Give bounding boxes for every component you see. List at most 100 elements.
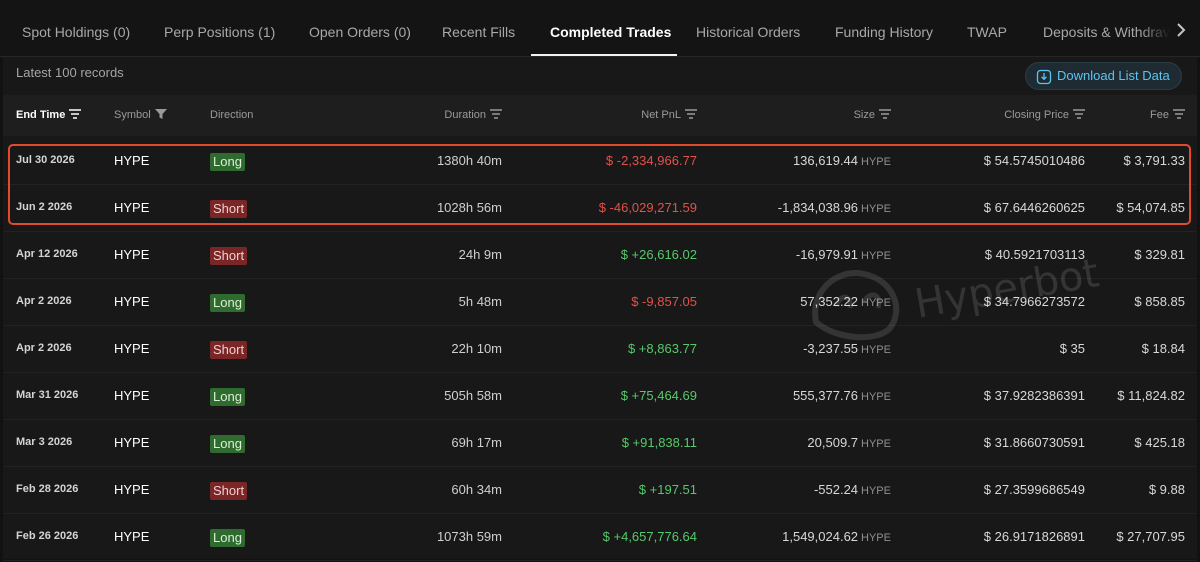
row-end-time: Jun 2 2026: [16, 201, 73, 213]
tab-twap[interactable]: TWAP: [967, 0, 1007, 56]
row-size-unit: HYPE: [861, 297, 891, 309]
row-size: -552.24 HYPE: [723, 466, 891, 513]
row-size-value: -1,834,038.96: [777, 200, 859, 215]
row-fee: $ 329.81: [1134, 247, 1185, 262]
row-net-pnl: $ -46,029,271.59: [598, 200, 697, 215]
row-duration: 24h 9m: [458, 247, 502, 262]
row-closing-price: $ 40.5921703113: [984, 247, 1085, 262]
filter-icon[interactable]: [154, 109, 167, 119]
tab-open-orders[interactable]: Open Orders (0): [309, 0, 411, 56]
direction-badge: Long: [210, 152, 245, 171]
row-direction: Long: [210, 419, 245, 466]
row-fee: $ 858.85: [1134, 294, 1185, 309]
row-size-value: 20,509.7: [807, 435, 859, 450]
row-net-pnl: $ +75,464.69: [620, 388, 697, 403]
tab-funding-history[interactable]: Funding History: [835, 0, 933, 56]
row-duration: 22h 10m: [451, 341, 502, 356]
row-size-unit: HYPE: [861, 344, 891, 356]
column-direction: Direction: [210, 109, 254, 121]
column-duration[interactable]: Duration: [353, 95, 502, 136]
table-row[interactable]: Apr 12 2026 HYPE Short 24h 9m $ +26,616.…: [3, 231, 1197, 279]
table-row[interactable]: Mar 31 2026 HYPE Long 505h 58m $ +75,464…: [3, 372, 1197, 420]
row-size-unit: HYPE: [861, 485, 891, 497]
row-duration: 60h 34m: [451, 482, 502, 497]
row-net-pnl: $ -9,857.05: [631, 294, 697, 309]
table-row[interactable]: Feb 28 2026 HYPE Short 60h 34m $ +197.51…: [3, 466, 1197, 514]
row-closing-price: $ 67.6446260625: [983, 200, 1085, 215]
row-net-pnl: $ +91,838.11: [621, 435, 697, 450]
row-fee: $ 54,074.85: [1116, 200, 1185, 215]
download-list-label: Download List Data: [1057, 68, 1170, 83]
table-row[interactable]: Jun 2 2026 HYPE Short 1028h 56m $ -46,02…: [3, 184, 1197, 232]
column-fee[interactable]: Fee: [1093, 95, 1185, 136]
tab-spot-holdings[interactable]: Spot Holdings (0): [22, 0, 130, 56]
table-row[interactable]: Jul 30 2026 HYPE Long 1380h 40m $ -2,334…: [3, 137, 1197, 185]
row-end-time: Apr 2 2026: [16, 295, 72, 307]
row-closing-price: $ 27.3599686549: [983, 482, 1085, 497]
row-direction: Short: [210, 466, 248, 513]
column-net-pnl[interactable]: Net PnL: [563, 95, 697, 136]
row-duration: 5h 48m: [458, 294, 502, 309]
tab-recent-fills[interactable]: Recent Fills: [442, 0, 515, 56]
row-size-value: -552.24: [813, 482, 859, 497]
column-closing-price-label: Closing Price: [1004, 109, 1069, 121]
row-net-pnl: $ -2,334,966.77: [605, 153, 697, 168]
records-count: Latest 100 records: [16, 65, 124, 80]
row-end-time: Feb 26 2026: [16, 530, 79, 542]
column-net-pnl-label: Net PnL: [641, 109, 681, 121]
row-size: 555,377.76 HYPE: [723, 372, 891, 419]
row-closing-price: $ 54.5745010486: [983, 153, 1085, 168]
active-tab-indicator: [531, 54, 677, 56]
row-end-time: Jul 30 2026: [16, 154, 75, 166]
direction-badge: Short: [210, 246, 248, 265]
direction-badge: Long: [210, 434, 245, 453]
sort-icon: [879, 109, 891, 119]
sort-icon: [490, 109, 502, 119]
row-net-pnl: $ +26,616.02: [620, 247, 697, 262]
row-direction: Short: [210, 231, 248, 278]
row-size-value: 57,352.22: [800, 294, 859, 309]
row-direction: Short: [210, 184, 248, 231]
sort-icon: [685, 109, 697, 119]
row-size: -3,237.55 HYPE: [723, 325, 891, 372]
tab-bar: Spot Holdings (0) Perp Positions (1) Ope…: [0, 0, 1200, 57]
row-size-unit: HYPE: [861, 156, 891, 168]
row-symbol: HYPE: [114, 247, 150, 262]
direction-badge: Short: [210, 481, 248, 500]
row-size-value: 555,377.76: [792, 388, 859, 403]
row-symbol: HYPE: [114, 294, 150, 309]
row-size-unit: HYPE: [861, 250, 891, 262]
row-symbol: HYPE: [114, 153, 150, 168]
row-symbol: HYPE: [114, 341, 150, 356]
row-closing-price: $ 26.9171826891: [983, 529, 1085, 544]
table-row[interactable]: Apr 2 2026 HYPE Long 5h 48m $ -9,857.05 …: [3, 278, 1197, 326]
tab-perp-positions[interactable]: Perp Positions (1): [164, 0, 275, 56]
table-row[interactable]: Mar 3 2026 HYPE Long 69h 17m $ +91,838.1…: [3, 419, 1197, 467]
row-size-unit: HYPE: [861, 438, 891, 450]
sort-icon: [69, 109, 82, 119]
row-duration: 1073h 59m: [436, 529, 502, 544]
direction-badge: Long: [210, 293, 245, 312]
row-size: -1,834,038.96 HYPE: [723, 184, 891, 231]
chevron-right-icon[interactable]: [1170, 20, 1192, 46]
column-size-label: Size: [853, 109, 875, 121]
row-size-value: 1,549,024.62: [782, 529, 859, 544]
row-size-value: -3,237.55: [803, 341, 859, 356]
row-direction: Long: [210, 137, 245, 184]
tab-historical-orders[interactable]: Historical Orders: [696, 0, 800, 56]
row-size-unit: HYPE: [861, 391, 891, 403]
download-list-button[interactable]: Download List Data: [1025, 62, 1182, 90]
row-duration: 1380h 40m: [436, 153, 502, 168]
row-direction: Long: [210, 278, 245, 325]
table-row[interactable]: Feb 26 2026 HYPE Long 1073h 59m $ +4,657…: [3, 513, 1197, 561]
column-size[interactable]: Size: [723, 95, 891, 136]
column-closing-price[interactable]: Closing Price: [903, 95, 1085, 136]
column-symbol[interactable]: Symbol: [114, 95, 167, 136]
row-net-pnl: $ +4,657,776.64: [602, 529, 697, 544]
tab-completed-trades[interactable]: Completed Trades: [550, 0, 671, 56]
sort-icon: [1073, 109, 1085, 119]
table-row[interactable]: Apr 2 2026 HYPE Short 22h 10m $ +8,863.7…: [3, 325, 1197, 373]
row-duration: 505h 58m: [444, 388, 502, 403]
row-size-value: 136,619.44: [792, 153, 859, 168]
column-end-time[interactable]: End Time: [16, 95, 82, 136]
